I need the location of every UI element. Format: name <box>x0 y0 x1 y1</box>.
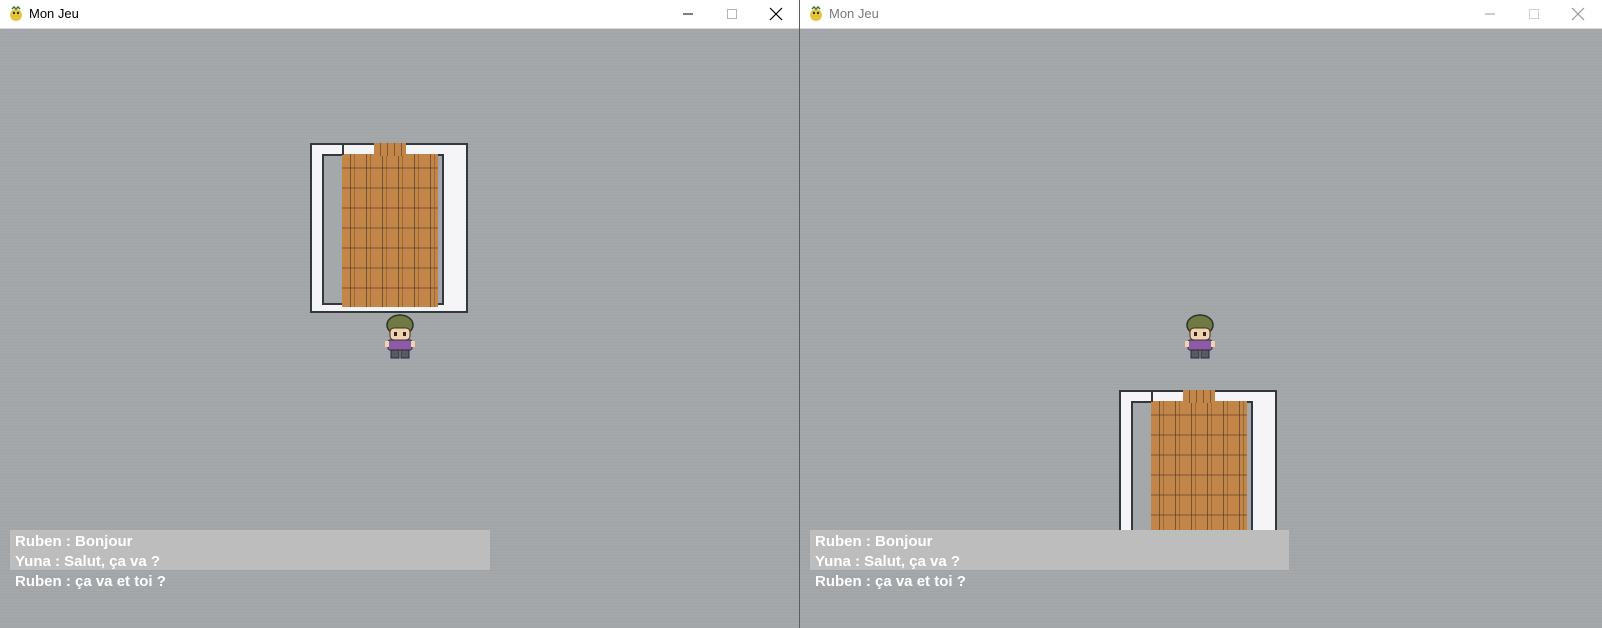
chat-message: Ruben : Bonjour <box>15 533 133 550</box>
house-wall-segment <box>1151 390 1153 402</box>
window-title: Mon Jeu <box>829 6 879 21</box>
minimize-icon <box>1485 13 1495 15</box>
title-bar[interactable]: Mon Jeu <box>800 0 1602 29</box>
game-canvas[interactable]: Ruben : Bonjour Yuna : Salut, ça va ? Ru… <box>800 29 1602 628</box>
house-floor <box>342 154 438 307</box>
chat-message: Ruben : Bonjour <box>815 533 933 550</box>
pygame-snake-icon <box>810 6 822 21</box>
player-character <box>385 314 415 359</box>
house-door <box>1183 390 1215 403</box>
maximize-button[interactable] <box>710 0 754 28</box>
minimize-icon <box>683 13 693 15</box>
chat-message: Ruben : ça va et toi ? <box>815 573 966 590</box>
chat-message: Ruben : ça va et toi ? <box>15 573 166 590</box>
player-character <box>1185 314 1215 359</box>
house-wall-segment <box>342 143 344 155</box>
maximize-button[interactable] <box>1512 0 1556 28</box>
title-bar[interactable]: Mon Jeu <box>0 0 799 29</box>
pygame-snake-icon <box>10 6 22 21</box>
chat-message: Yuna : Salut, ça va ? <box>815 553 961 570</box>
maximize-icon <box>727 9 737 19</box>
house-door <box>374 143 406 156</box>
minimize-button[interactable] <box>1468 0 1512 28</box>
game-window-left[interactable]: Mon Jeu Ruben: Bonjour Yuna: Salut, ça… <box>0 0 800 628</box>
game-window-right[interactable]: Mon Jeu Ruben: Bonjour Yuna: Salut, ça… <box>800 0 1602 628</box>
game-canvas[interactable]: Ruben : Bonjour Yuna : Salut, ça va ? Ru… <box>0 29 799 628</box>
close-button[interactable] <box>1556 0 1600 28</box>
maximize-icon <box>1529 9 1539 19</box>
window-title: Mon Jeu <box>29 6 79 21</box>
chat-message: Yuna : Salut, ça va ? <box>15 553 161 570</box>
close-icon <box>769 7 783 21</box>
close-button[interactable] <box>754 0 798 28</box>
close-icon <box>1571 7 1585 21</box>
minimize-button[interactable] <box>666 0 710 28</box>
house-building <box>310 143 468 313</box>
